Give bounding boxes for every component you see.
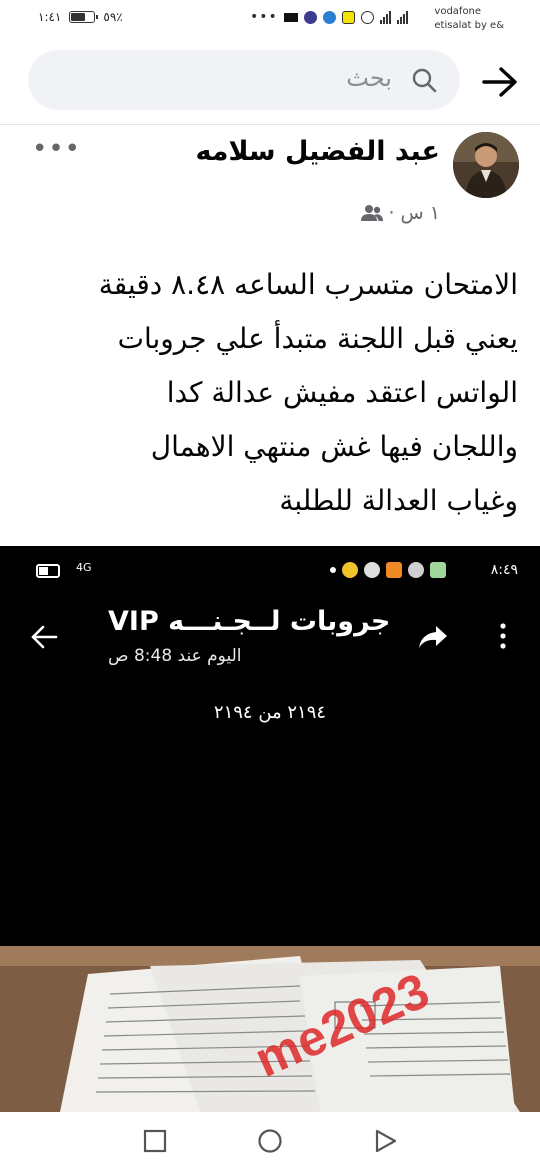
carrier-info: vodafone etisalat by e& [434, 5, 504, 33]
photo-back-arrow-icon [31, 625, 58, 649]
photo-chat-subtitle: اليوم عند 8:48 ص [108, 646, 242, 666]
header-divider [0, 124, 540, 125]
photo-menu-icon [500, 623, 506, 649]
app-icon [408, 562, 424, 578]
dot-icon [330, 567, 336, 573]
avatar-photo [453, 132, 519, 198]
signal-icon [379, 10, 391, 24]
signal-3g-icon [396, 10, 408, 24]
post-text-line: الامتحان متسرب الساعه ٨.٤٨ دقيقة [98, 268, 518, 301]
top-bar: بحث [0, 48, 540, 114]
back-arrow-icon[interactable] [480, 64, 520, 100]
photo-chat-title: جروبات لــجـنـــه VIP [108, 606, 391, 637]
photo-status-bar: 4G ٨:٤٩ [0, 558, 540, 588]
status-left: ١:٤١ ٥٩٪ [38, 10, 123, 24]
battery-level: ٥٩٪ [103, 10, 123, 24]
post-text-line: الواتس اعتقد مفيش عدالة كدا [166, 376, 518, 409]
app-icon [430, 562, 446, 578]
app-icon [386, 562, 402, 578]
black-box-icon [283, 12, 298, 22]
photo-app-icons [330, 562, 446, 578]
post-more-options-icon[interactable]: ••• [32, 134, 81, 164]
search-input[interactable]: بحث [28, 50, 460, 110]
search-icon [412, 68, 437, 93]
photo-status-time: ٨:٤٩ [490, 562, 518, 578]
home-icon[interactable] [257, 1128, 283, 1154]
more-dots-icon: ••• [250, 9, 278, 25]
post-text-line: واللجان فيها غش منتهي الاهمال [150, 430, 518, 463]
system-nav-bar [0, 1112, 540, 1170]
snapchat-icon [341, 10, 355, 24]
carrier-line1: vodafone [434, 6, 482, 17]
post-meta: ١ س · [360, 202, 440, 224]
photo-exam-papers: me2023 [0, 946, 540, 1112]
messenger-icon [303, 10, 317, 24]
friends-icon [360, 205, 383, 221]
app-icon [342, 562, 358, 578]
meta-separator: · [388, 202, 395, 224]
photo-share-icon [419, 626, 447, 648]
photo-image-counter: ٢١٩٤ من ٢١٩٤ [213, 702, 327, 723]
post-author-name[interactable]: عبد الفضيل سلامه [195, 136, 440, 167]
post-text-line: يعني قبل اللجنة متبدأ علي جروبات [117, 322, 518, 355]
post-photo[interactable]: 4G ٨:٤٩ جروبات لــجـنـــه VIP اليوم عند … [0, 546, 540, 1112]
photo-network: 4G [76, 561, 92, 574]
recent-apps-icon[interactable] [142, 1128, 168, 1154]
battery-icon [69, 11, 99, 23]
post-text-line: وغياب العدالة للطلبة [279, 484, 518, 517]
app-icon [364, 562, 380, 578]
search-placeholder: بحث [346, 64, 392, 92]
carrier-line2: etisalat by e& [434, 20, 504, 31]
post-time: ١ س [400, 202, 440, 224]
avatar[interactable] [453, 132, 519, 198]
status-time: ١:٤١ [38, 10, 62, 24]
status-bar: ١:٤١ ٥٩٪ ••• vodafone etisalat by e& [0, 0, 540, 40]
globe-icon [322, 10, 336, 24]
whatsapp-icon [360, 10, 374, 24]
photo-battery-icon [36, 564, 60, 578]
back-icon[interactable] [372, 1128, 398, 1154]
post-text: الامتحان متسرب الساعه ٨.٤٨ دقيقة يعني قب… [18, 258, 518, 528]
notification-icons: ••• [250, 9, 408, 25]
